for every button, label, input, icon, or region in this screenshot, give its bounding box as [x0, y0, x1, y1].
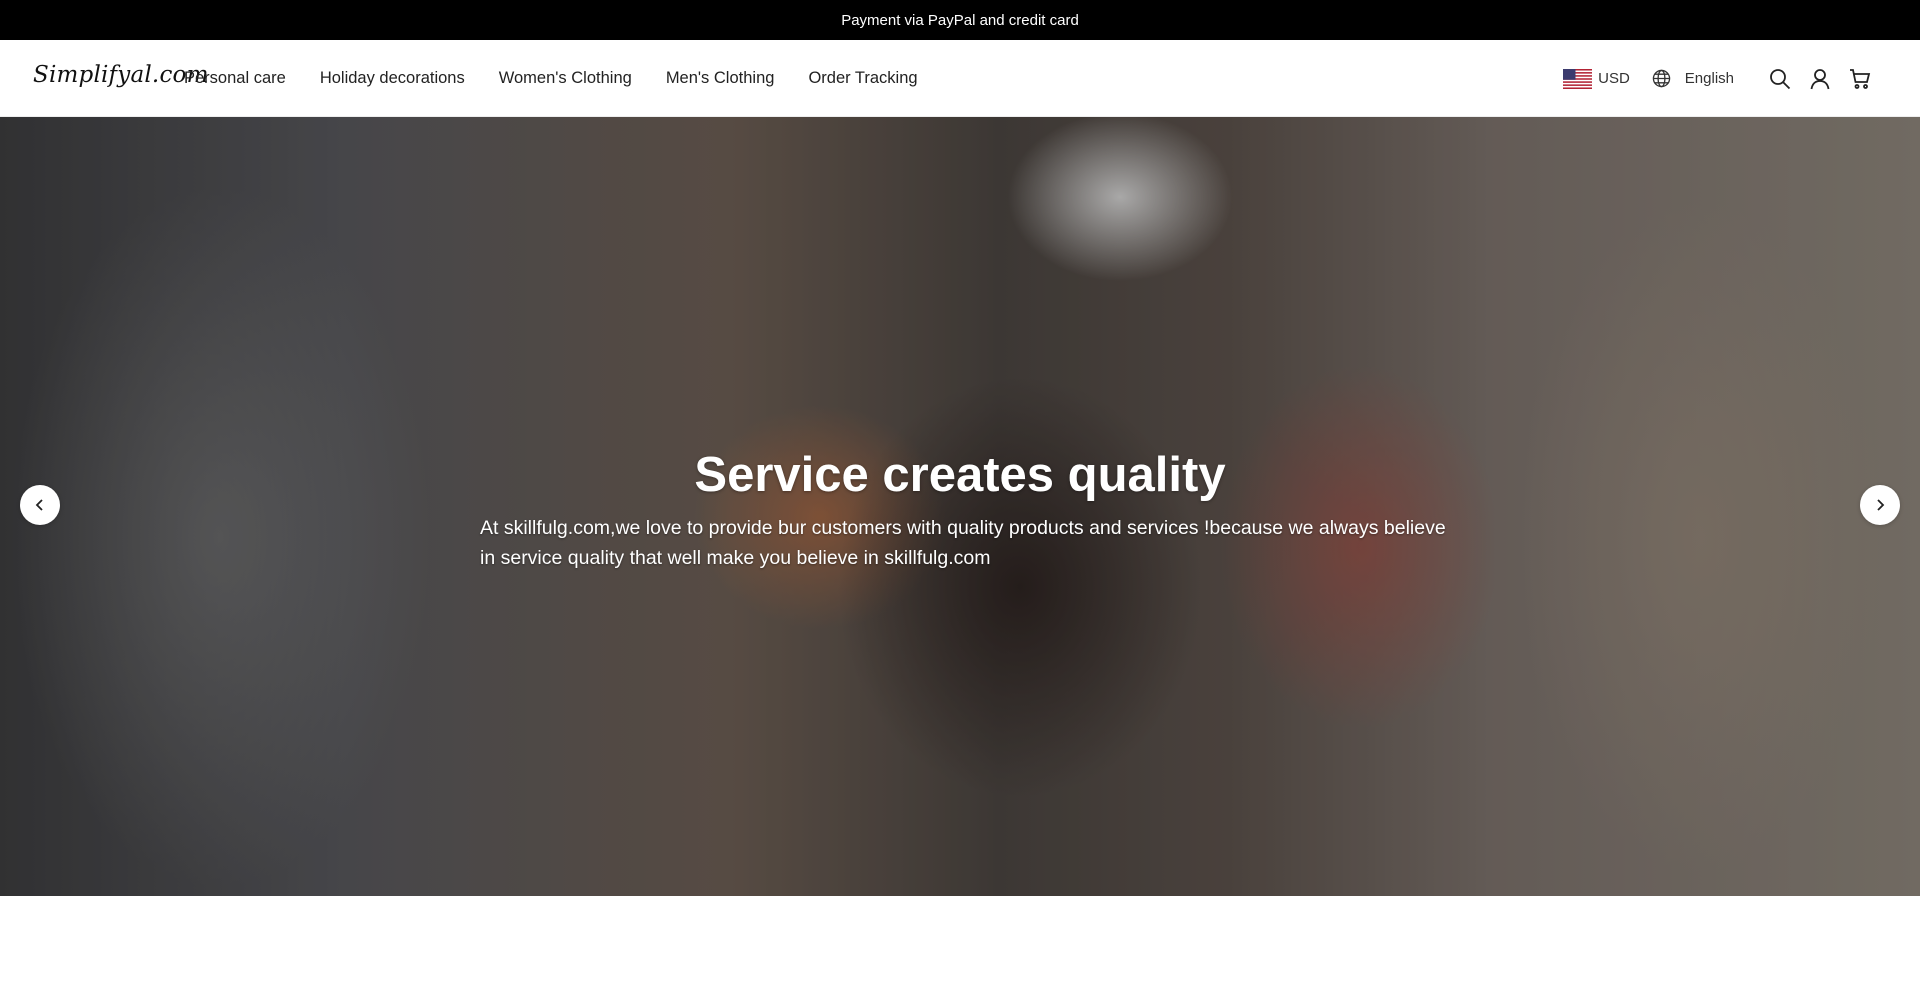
account-button[interactable]	[1808, 67, 1832, 91]
hero-text: At skillfulg.com,we love to provide bur …	[480, 517, 1446, 569]
globe-icon	[1652, 69, 1671, 88]
us-flag-icon	[1563, 68, 1593, 89]
cart-icon	[1850, 68, 1871, 89]
language-label: English	[1684, 70, 1734, 87]
language-selector[interactable]: English	[1652, 69, 1734, 88]
currency-selector[interactable]: USD	[1563, 68, 1630, 89]
site-logo[interactable]: Simplifyal.com	[33, 62, 209, 88]
hero-slideshow: Service creates quality At skillfulg.com…	[0, 117, 1920, 896]
slideshow-next-button[interactable]	[1860, 485, 1900, 525]
nav-holiday-decorations[interactable]: Holiday decorations	[320, 69, 465, 88]
account-icon	[1810, 68, 1830, 89]
chevron-right-icon	[1877, 499, 1885, 511]
nav-personal-care[interactable]: Personal care	[184, 69, 286, 88]
chevron-left-icon	[35, 499, 43, 511]
announcement-bar: Payment via PayPal and credit card	[0, 0, 1920, 40]
announcement-text: Payment via PayPal and credit card	[841, 11, 1079, 29]
site-header: Simplifyal.com Personal care Holiday dec…	[0, 40, 1920, 117]
search-button[interactable]	[1768, 67, 1792, 91]
nav-womens-clothing[interactable]: Women's Clothing	[499, 69, 632, 88]
currency-label: USD	[1598, 70, 1630, 87]
cart-button[interactable]	[1848, 67, 1872, 91]
header-tools: USD English	[1563, 40, 1872, 117]
hero-title: Service creates quality	[694, 448, 1226, 502]
slideshow-prev-button[interactable]	[20, 485, 60, 525]
main-nav: Personal care Holiday decorations Women'…	[184, 40, 952, 117]
nav-mens-clothing[interactable]: Men's Clothing	[666, 69, 775, 88]
nav-order-tracking[interactable]: Order Tracking	[808, 69, 917, 88]
search-icon	[1770, 68, 1791, 89]
